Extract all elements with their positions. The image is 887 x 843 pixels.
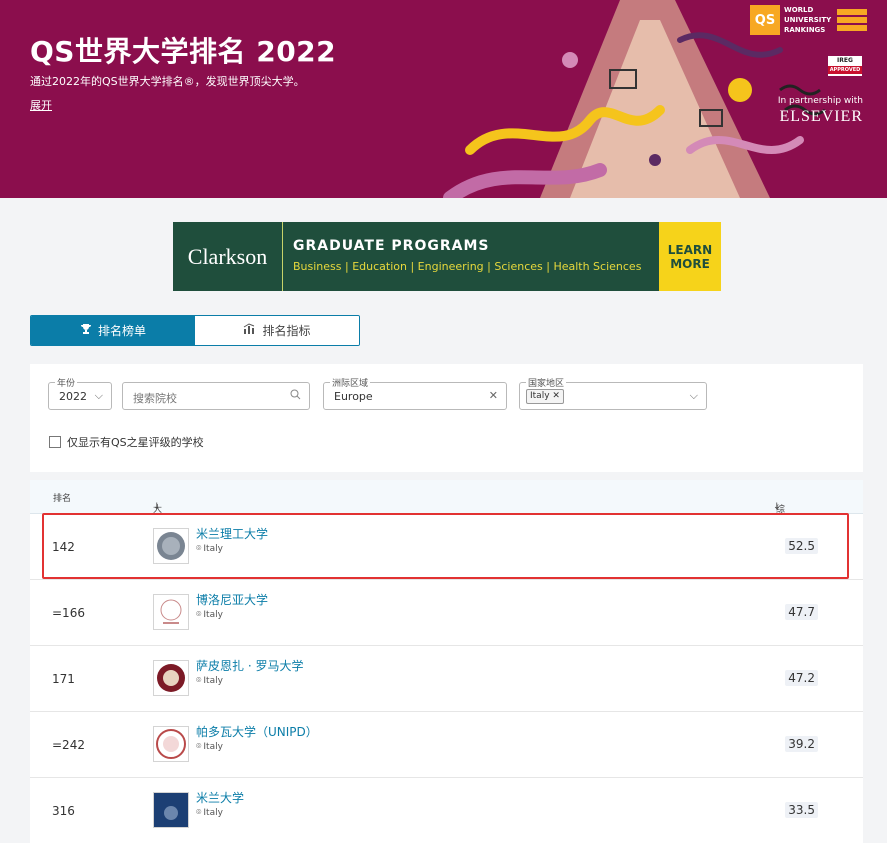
tab-indicators[interactable]: 排名指标: [195, 316, 359, 345]
university-logo: [153, 792, 189, 828]
clear-icon[interactable]: ✕: [489, 389, 498, 402]
ranking-tabs: 排名榜单 排名指标: [30, 315, 360, 346]
university-logo: [153, 660, 189, 696]
region-select[interactable]: 洲际区域 Europe ✕: [323, 376, 507, 410]
year-select[interactable]: 年份 2022 ⌵: [48, 376, 112, 410]
qs-logo-mark: QS: [750, 5, 780, 35]
overall-score: 39.2: [785, 736, 818, 752]
tab-indicators-label: 排名指标: [262, 324, 311, 338]
university-name-link[interactable]: 博洛尼亚大学: [196, 591, 268, 608]
location-pin-icon: ⌾: [196, 808, 202, 818]
header-score[interactable]: ↓ 综合得分: [773, 491, 785, 554]
search-input[interactable]: 搜索院校: [122, 382, 310, 410]
ad-brand: Clarkson: [173, 222, 283, 291]
partner-credit: In partnership with ELSEVIER: [777, 96, 863, 125]
stars-only-checkbox[interactable]: 仅显示有QS之星评级的学校: [49, 434, 204, 450]
overall-score: 52.5: [785, 538, 818, 554]
advertisement-banner[interactable]: Clarkson GRADUATE PROGRAMS Business | Ed…: [173, 222, 721, 291]
ad-learn-more-button[interactable]: LEARN MORE: [659, 222, 721, 291]
location-pin-icon: ⌾: [196, 742, 202, 752]
chip-remove-icon[interactable]: ✕: [552, 391, 560, 401]
overall-score: 33.5: [785, 802, 818, 818]
header-rank[interactable]: 排名: [53, 491, 71, 504]
university-logo: [153, 726, 189, 762]
search-icon[interactable]: [290, 389, 301, 403]
university-name-link[interactable]: 米兰理工大学: [196, 525, 268, 542]
table-row[interactable]: =166 博洛尼亚大学 ⌾ Italy 47.7: [30, 580, 863, 646]
chevron-down-icon: ⌵: [689, 389, 698, 402]
page-subtitle: 通过2022年的QS世界大学排名®，发现世界顶尖大学。: [30, 75, 305, 88]
checkbox[interactable]: [49, 436, 61, 448]
university-name-link[interactable]: 帕多瓦大学（UNIPD）: [196, 723, 318, 740]
table-header: 排名 ↓ 大学 ↓ 综合得分: [30, 480, 863, 554]
table-row[interactable]: 316 米兰大学 ⌾ Italy 33.5: [30, 778, 863, 843]
overall-score: 47.2: [785, 670, 818, 686]
university-logo: [153, 594, 189, 630]
university-name-link[interactable]: 米兰大学: [196, 789, 244, 806]
location-pin-icon: ⌾: [196, 610, 202, 620]
elsevier-logo: ELSEVIER: [779, 108, 863, 125]
chevron-down-icon: ⌵: [94, 389, 103, 402]
hero-banner: QS世界大学排名 2022 通过2022年的QS世界大学排名®，发现世界顶尖大学…: [0, 0, 887, 198]
tab-rankings[interactable]: 排名榜单: [31, 316, 195, 345]
ad-fields: Business | Education | Engineering | Sci…: [293, 260, 642, 273]
tab-rankings-label: 排名榜单: [97, 324, 146, 338]
table-row[interactable]: =242 帕多瓦大学（UNIPD） ⌾ Italy 39.2: [30, 712, 863, 778]
expand-link[interactable]: 展开: [30, 97, 52, 113]
country-select[interactable]: 国家地区 Italy ✕ ⌵: [519, 376, 707, 410]
ad-headline: GRADUATE PROGRAMS: [293, 238, 490, 254]
university-logo: [153, 528, 189, 564]
country-chip[interactable]: Italy ✕: [526, 389, 564, 404]
trophy-icon: [80, 323, 92, 338]
filter-panel: 年份 2022 ⌵ 搜索院校 洲际区域 Europe ✕ 国家地区 Italy …: [30, 364, 863, 472]
overall-score: 47.7: [785, 604, 818, 620]
table-row[interactable]: 142 米兰理工大学 ⌾ Italy 52.5: [30, 514, 863, 580]
ireg-badge: IREG APPROVED: [828, 56, 862, 76]
table-row[interactable]: 171 萨皮恩扎 · 罗马大学 ⌾ Italy 47.2: [30, 646, 863, 712]
location-pin-icon: ⌾: [196, 544, 202, 554]
chart-icon: [243, 323, 256, 338]
qs-logo: QS WORLD UNIVERSITY RANKINGS: [750, 5, 868, 35]
page-title: QS世界大学排名 2022: [30, 35, 337, 68]
rankings-table: 排名 ↓ 大学 ↓ 综合得分 142 米兰理工大学 ⌾Italy 52.5 =1…: [30, 480, 863, 843]
location-pin-icon: ⌾: [196, 676, 202, 686]
university-name-link[interactable]: 萨皮恩扎 · 罗马大学: [196, 657, 303, 674]
